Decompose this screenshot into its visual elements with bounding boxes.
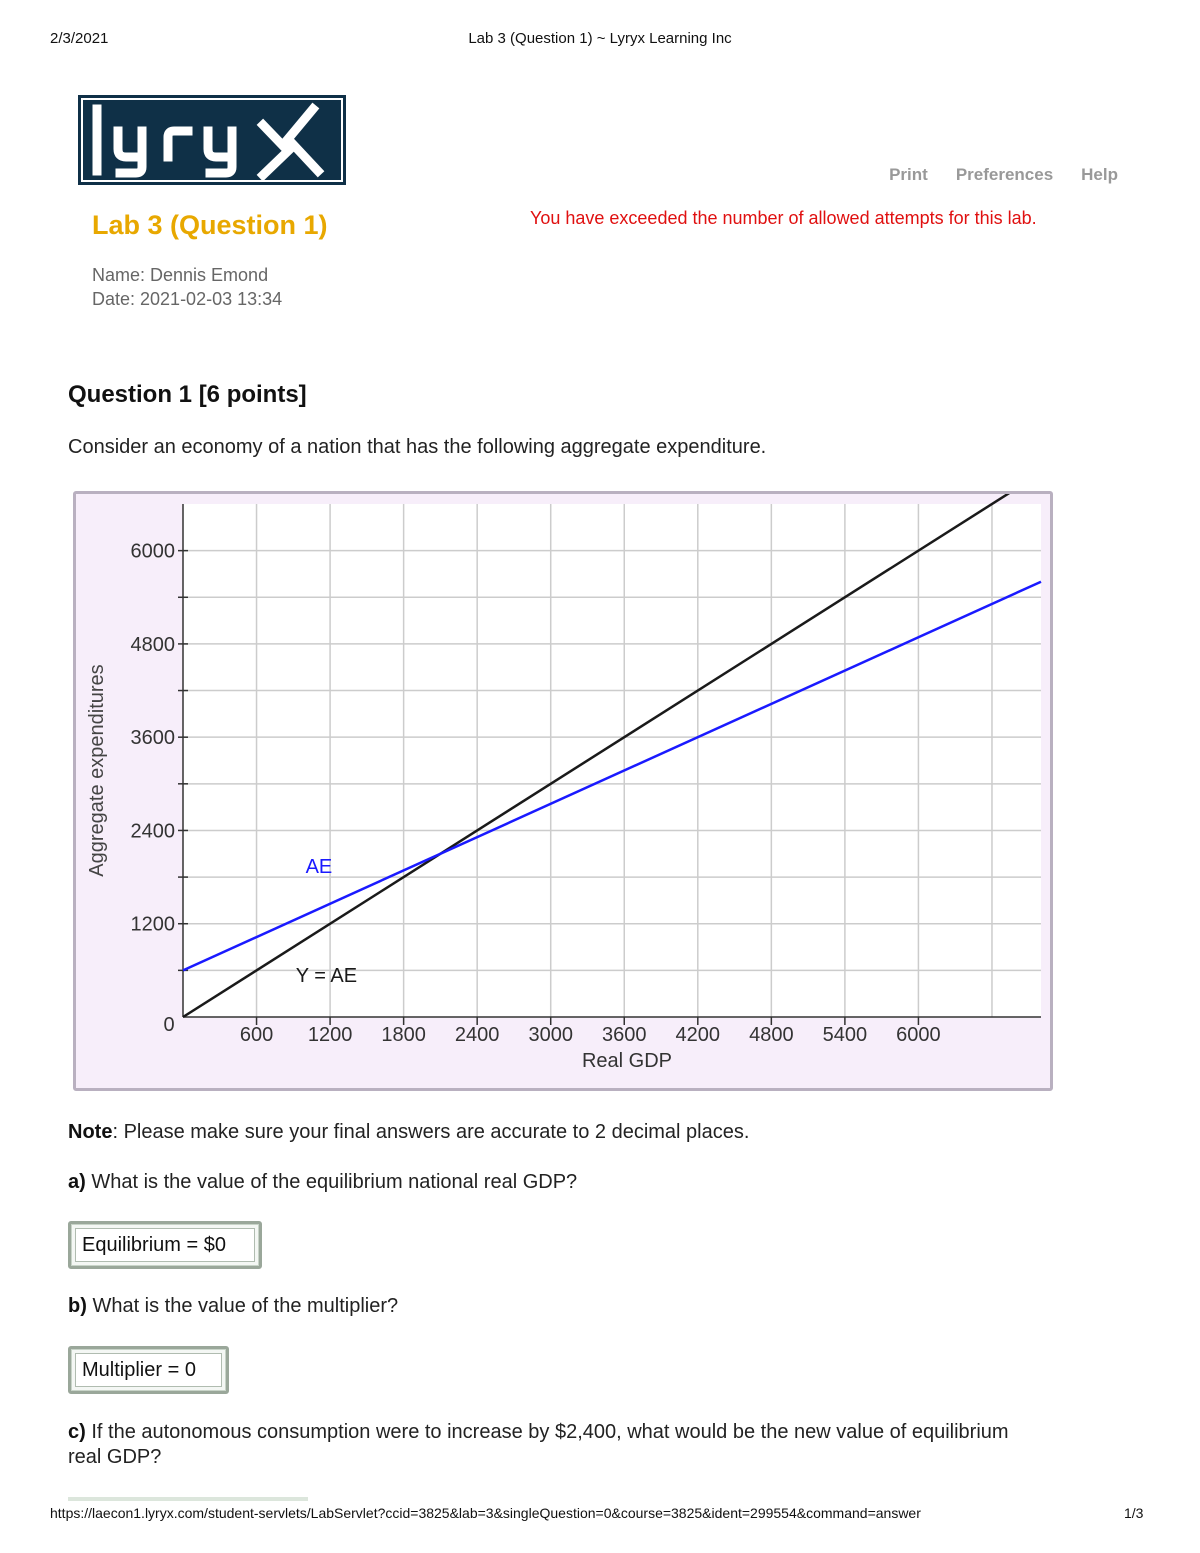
top-nav: Print Preferences Help <box>889 165 1118 185</box>
x-tick-label: 1800 <box>381 1024 426 1046</box>
note-text: : Please make sure your final answers ar… <box>112 1121 750 1143</box>
x-tick-label: 600 <box>240 1024 273 1046</box>
y-tick-label: 4800 <box>131 634 176 656</box>
y-tick-label: 2400 <box>131 820 176 842</box>
answer-b-input[interactable] <box>75 1353 222 1387</box>
part-b-label: b) <box>68 1295 87 1317</box>
x-tick-label: 1200 <box>308 1024 353 1046</box>
answer-a-box <box>68 1221 262 1269</box>
part-c-text: If the autonomous consumption were to in… <box>85 1421 1009 1443</box>
part-a-label: a) <box>68 1171 86 1193</box>
question-title: Question 1 [6 points] <box>68 381 307 408</box>
lab-title: Lab 3 (Question 1) <box>92 210 328 240</box>
attempts-warning: You have exceeded the number of allowed … <box>530 208 1037 228</box>
y-tick-label: 1200 <box>131 914 176 936</box>
aggregate-expenditure-chart: 600 1200 1800 2400 3000 3600 4200 4800 5400 6000 1… <box>86 471 1042 1072</box>
origin-label: 0 <box>163 1014 174 1036</box>
x-tick-label: 3600 <box>602 1024 647 1046</box>
x-tick-label: 3000 <box>528 1024 573 1046</box>
x-tick-label: 4800 <box>749 1024 794 1046</box>
y-tick-label: 3600 <box>131 727 176 749</box>
chart-frame: 600 1200 1800 2400 3000 3600 4200 4800 5400 6000 1… <box>73 471 1053 1091</box>
part-c-label: c) <box>68 1421 86 1443</box>
x-tick-label: 2400 <box>455 1024 500 1046</box>
part-a-question: a) What is the value of the equilibrium … <box>68 1171 577 1194</box>
lyryx-logo[interactable] <box>78 95 346 185</box>
y-equals-ae-label: Y = AE <box>296 965 357 987</box>
part-c-question: c) If the autonomous consumption were to… <box>68 1421 1009 1444</box>
y-tick-label: 6000 <box>131 541 176 563</box>
part-b-question: b) What is the value of the multiplier? <box>68 1295 398 1318</box>
print-link[interactable]: Print <box>889 165 928 185</box>
lab-date: Date: 2021-02-03 13:34 <box>92 289 283 309</box>
page-number: 1/3 <box>1124 1505 1144 1521</box>
note: Note: Please make sure your final answer… <box>68 1121 749 1144</box>
question-intro: Consider an economy of a nation that has… <box>68 436 767 458</box>
y-axis-label: Aggregate expenditures <box>86 664 108 876</box>
part-c-text-continued: real GDP? <box>68 1446 162 1468</box>
footer-url: https://laecon1.lyryx.com/student-servle… <box>50 1505 921 1521</box>
ae-line-label: AE <box>306 856 333 878</box>
student-name: Name: Dennis Emond <box>92 265 269 285</box>
answer-c-box[interactable] <box>68 1497 308 1501</box>
x-axis-label: Real GDP <box>582 1050 672 1072</box>
x-tick-label: 5400 <box>823 1024 868 1046</box>
x-tick-label: 6000 <box>896 1024 941 1046</box>
plot-area <box>183 504 1041 1017</box>
part-b-text: What is the value of the multiplier? <box>86 1295 399 1317</box>
answer-a-input[interactable] <box>75 1228 255 1262</box>
answer-b-box <box>68 1346 229 1394</box>
preferences-link[interactable]: Preferences <box>956 165 1053 185</box>
x-tick-label: 4200 <box>676 1024 721 1046</box>
note-label: Note <box>68 1121 113 1143</box>
lyryx-logo-mark <box>81 98 343 182</box>
print-title: Lab 3 (Question 1) ~ Lyryx Learning Inc <box>468 30 732 47</box>
help-link[interactable]: Help <box>1081 165 1118 185</box>
part-a-text: What is the value of the equilibrium nat… <box>85 1171 578 1193</box>
